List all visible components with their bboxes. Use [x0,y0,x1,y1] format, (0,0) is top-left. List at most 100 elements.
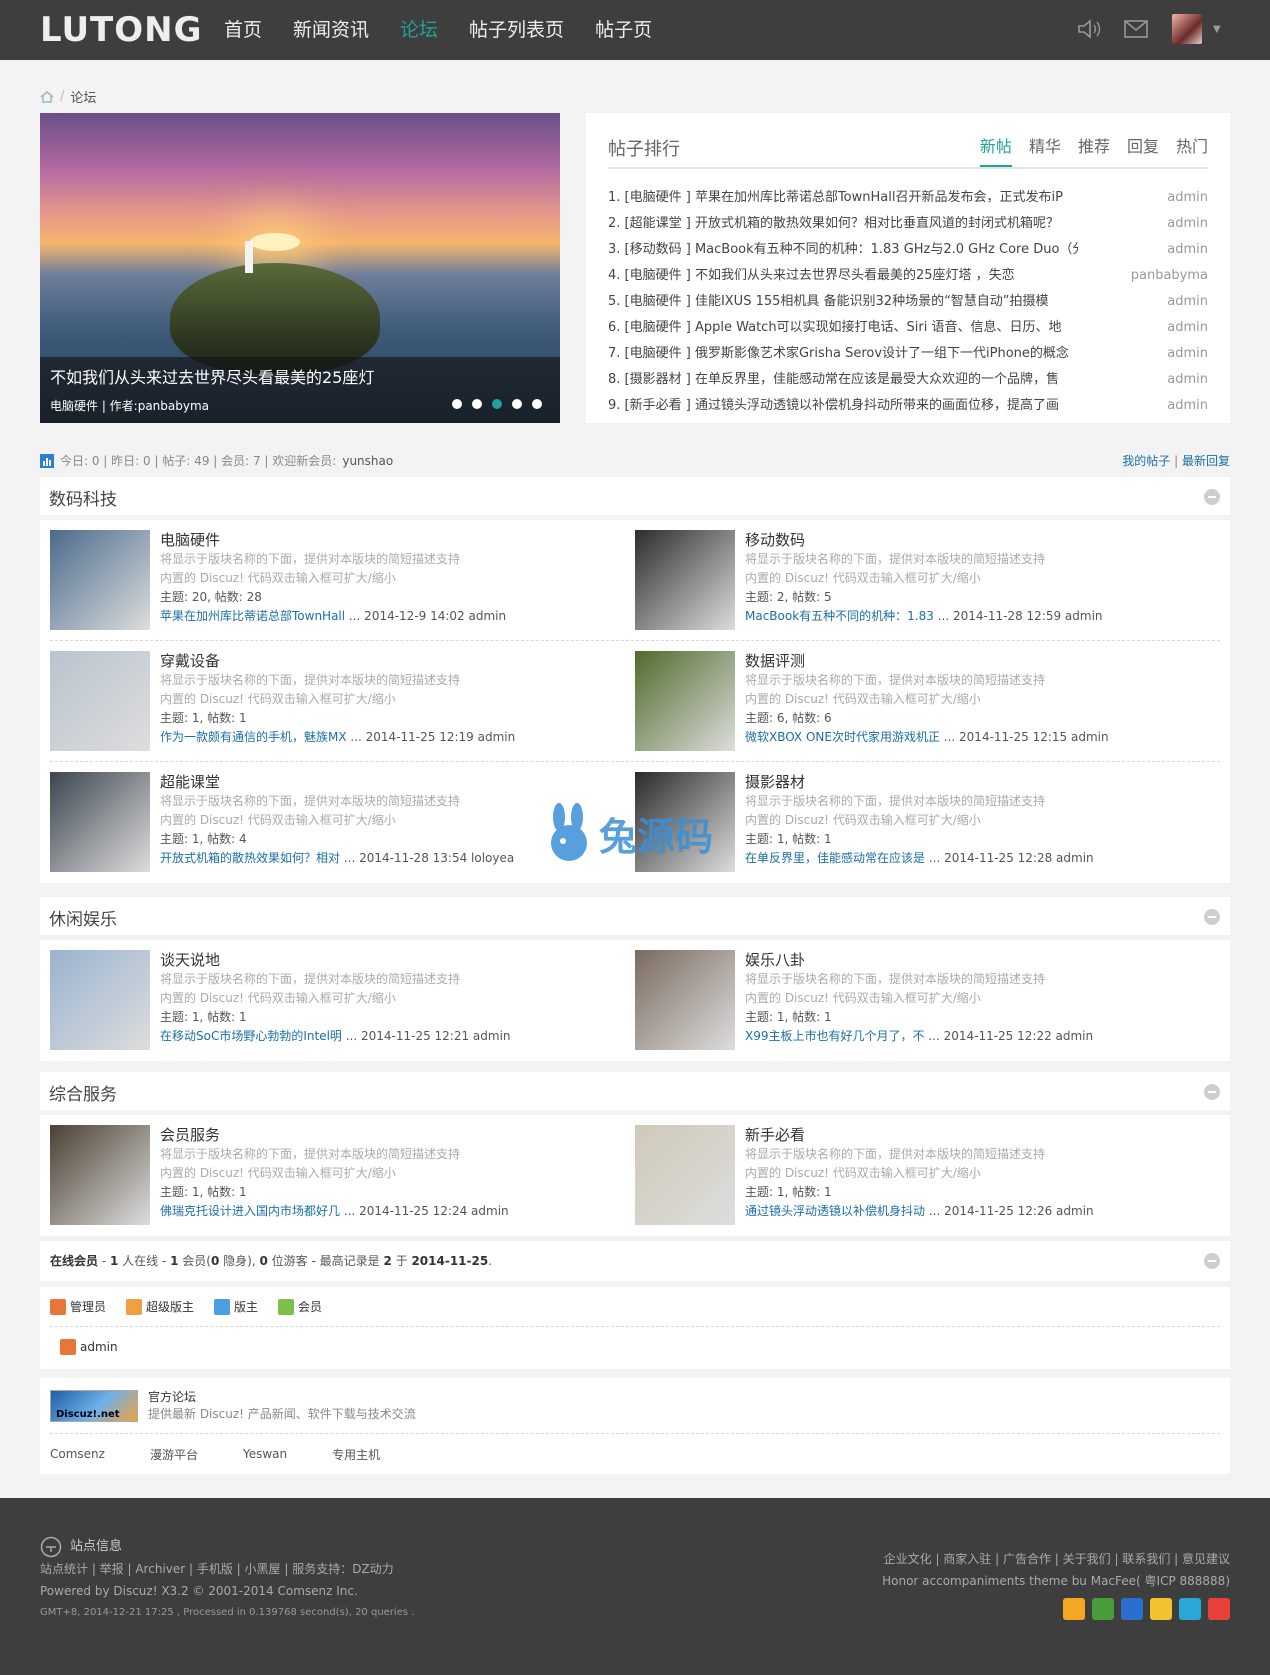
collapse-icon[interactable] [1204,1253,1220,1269]
douban-icon[interactable] [1092,1598,1114,1620]
nav-thread-page[interactable]: 帖子页 [595,0,652,60]
online-label[interactable]: 在线会员 [50,1254,98,1268]
last-post-link[interactable]: 开放式机箱的散热效果如何？相对 [160,851,340,865]
forum-thumbnail[interactable] [50,1125,150,1225]
nav-home[interactable]: 首页 [224,0,262,60]
renren-icon[interactable] [1121,1598,1143,1620]
user-avatar[interactable] [1172,14,1202,44]
footer-links[interactable]: 站点统计 | 举报 | Archiver | 手机版 | 小黑屋 | 服务支持：… [40,1558,414,1580]
ranking-item-author[interactable]: admin [1167,187,1208,213]
ranking-item-title[interactable]: 6. [电脑硬件 ] Apple Watch可以实现如接打电话、Siri 语音、… [608,317,1078,343]
collapse-icon[interactable] [1204,489,1220,505]
ranking-item-author[interactable]: admin [1167,317,1208,343]
forum-name[interactable]: 谈天说地 [160,950,511,970]
forum-name[interactable]: 娱乐八卦 [745,950,1093,970]
tab-new[interactable]: 新帖 [979,133,1012,167]
breadcrumb-current[interactable]: 论坛 [70,87,96,106]
last-post-link[interactable]: 在移动SoC市场野心勃勃的Intel明 [160,1029,342,1043]
link-name[interactable]: 官方论坛 [148,1389,416,1406]
tab-hot[interactable]: 热门 [1176,133,1208,167]
last-post-link[interactable]: X99主板上市也有好几个月了，不 [745,1029,925,1043]
link-yeswan[interactable]: Yeswan [243,1447,287,1461]
nav-news[interactable]: 新闻资讯 [293,0,369,60]
featured-slider[interactable]: 不如我们从头来过去世界尽头看最美的25座灯 电脑硬件 | 作者:panbabym… [40,113,560,423]
ranking-item-author[interactable]: admin [1167,369,1208,395]
tab-digest[interactable]: 精华 [1029,133,1061,167]
ranking-item-title[interactable]: 5. [电脑硬件 ] 佳能IXUS 155相机具 备能识别32种场景的“智慧自动… [608,291,1078,317]
ranking-item-author[interactable]: admin [1167,239,1208,265]
forum-thumbnail[interactable] [635,530,735,630]
forum-name[interactable]: 超能课堂 [160,772,514,792]
collapse-icon[interactable] [1204,1084,1220,1100]
ranking-item-author[interactable]: admin [1167,343,1208,369]
ranking-item[interactable]: 6. [电脑硬件 ] Apple Watch可以实现如接打电话、Siri 语音、… [608,317,1208,343]
ranking-item-author[interactable]: admin [1167,291,1208,317]
latest-replies-link[interactable]: 最新回复 [1182,454,1230,468]
link-comsenz[interactable]: Comsenz [50,1447,105,1461]
new-member-link[interactable]: yunshao [342,454,393,468]
last-post-link[interactable]: MacBook有五种不同的机种：1.83 [745,609,934,623]
ranking-item-author[interactable]: panbabyma [1131,265,1208,291]
site-logo[interactable]: LUTONG [40,10,203,50]
weibo-t-icon[interactable] [1179,1598,1201,1620]
online-user-name[interactable]: admin [80,1340,118,1354]
slider-dot[interactable] [452,399,462,409]
ranking-item[interactable]: 5. [电脑硬件 ] 佳能IXUS 155相机具 备能识别32种场景的“智慧自动… [608,291,1208,317]
forum-name[interactable]: 电脑硬件 [160,530,506,550]
forum-name[interactable]: 穿戴设备 [160,651,515,671]
slider-dot[interactable] [512,399,522,409]
ranking-item-author[interactable]: admin [1167,213,1208,239]
forum-thumbnail[interactable] [635,950,735,1050]
my-posts-link[interactable]: 我的帖子 [1122,454,1170,468]
online-user[interactable]: admin [50,1327,1220,1367]
ranking-item[interactable]: 3. [移动数码 ] MacBook有五种不同的机种：1.83 GHz与2.0 … [608,239,1208,265]
tab-reply[interactable]: 回复 [1127,133,1159,167]
ranking-item[interactable]: 2. [超能课堂 ] 开放式机箱的散热效果如何？相对比垂直风道的封闭式机箱呢？ a… [608,213,1208,239]
forum-thumbnail[interactable] [635,651,735,751]
ranking-item-author[interactable]: admin [1167,395,1208,421]
forum-name[interactable]: 数据评测 [745,651,1109,671]
collapse-icon[interactable] [1204,909,1220,925]
forum-name[interactable]: 会员服务 [160,1125,509,1145]
last-post-link[interactable]: 作为一款颇有通信的手机，魅族MX [160,730,347,744]
nav-thread-list[interactable]: 帖子列表页 [469,0,564,60]
ranking-item-title[interactable]: 8. [摄影器材 ] 在单反界里，佳能感动常在应该是最受大众欢迎的一个品牌，售 [608,369,1078,395]
home-icon[interactable] [40,90,54,103]
slide-title[interactable]: 不如我们从头来过去世界尽头看最美的25座灯 [50,367,550,389]
slider-dot[interactable] [532,399,542,409]
forum-name[interactable]: 新手必看 [745,1125,1094,1145]
category-title[interactable]: 综合服务 [49,1080,117,1105]
speaker-icon[interactable] [1076,18,1102,40]
mail-icon[interactable] [1123,18,1149,40]
link-manyou[interactable]: 漫游平台 [150,1446,198,1463]
qzone-icon[interactable] [1150,1598,1172,1620]
category-title[interactable]: 数码科技 [49,485,117,510]
forum-thumbnail[interactable] [635,1125,735,1225]
footer-right-links[interactable]: 企业文化 | 商家入驻 | 广告合作 | 关于我们 | 联系我们 | 意见建议 [882,1548,1230,1570]
rss-icon[interactable] [1063,1598,1085,1620]
forum-name[interactable]: 摄影器材 [745,772,1094,792]
category-title[interactable]: 休闲娱乐 [49,905,117,930]
ranking-item-title[interactable]: 7. [电脑硬件 ] 俄罗斯影像艺术家Grisha Serov设计了一组下一代i… [608,343,1078,369]
last-post-link[interactable]: 苹果在加州库比蒂诺总部TownHall [160,609,345,623]
link-hosting[interactable]: 专用主机 [332,1446,380,1463]
forum-thumbnail[interactable] [50,772,150,872]
ranking-item-title[interactable]: 2. [超能课堂 ] 开放式机箱的散热效果如何？相对比垂直风道的封闭式机箱呢？ [608,213,1078,239]
chevron-down-icon[interactable]: ▼ [1213,24,1221,35]
last-post-link[interactable]: 通过镜头浮动透镜以补偿机身抖动 [745,1204,925,1218]
tab-recommend[interactable]: 推荐 [1078,133,1110,167]
ranking-item[interactable]: 7. [电脑硬件 ] 俄罗斯影像艺术家Grisha Serov设计了一组下一代i… [608,343,1208,369]
ranking-item-title[interactable]: 1. [电脑硬件 ] 苹果在加州库比蒂诺总部TownHall召开新品发布会，正式… [608,187,1078,213]
ranking-item[interactable]: 9. [新手必看 ] 通过镜头浮动透镜以补偿机身抖动所带来的画面位移，提高了画 a… [608,395,1208,421]
ranking-item-title[interactable]: 3. [移动数码 ] MacBook有五种不同的机种：1.83 GHz与2.0 … [608,239,1078,265]
slider-dot[interactable] [472,399,482,409]
forum-thumbnail[interactable] [50,950,150,1050]
ranking-item[interactable]: 4. [电脑硬件 ] 不如我们从头来过去世界尽头看最美的25座灯塔 ，失恋 pan… [608,265,1208,291]
last-post-link[interactable]: 微软XBOX ONE次时代家用游戏机正 [745,730,940,744]
ranking-item-title[interactable]: 9. [新手必看 ] 通过镜头浮动透镜以补偿机身抖动所带来的画面位移，提高了画 [608,395,1078,421]
discuz-logo[interactable]: Discuz!.net [50,1389,138,1422]
slider-dot-active[interactable] [492,399,502,409]
featured-link[interactable]: Discuz!.net 官方论坛 提供最新 Discuz! 产品新闻、软件下载与… [50,1378,1220,1434]
nav-forum[interactable]: 论坛 [400,0,438,60]
last-post-link[interactable]: 在单反界里，佳能感动常在应该是 [745,851,925,865]
